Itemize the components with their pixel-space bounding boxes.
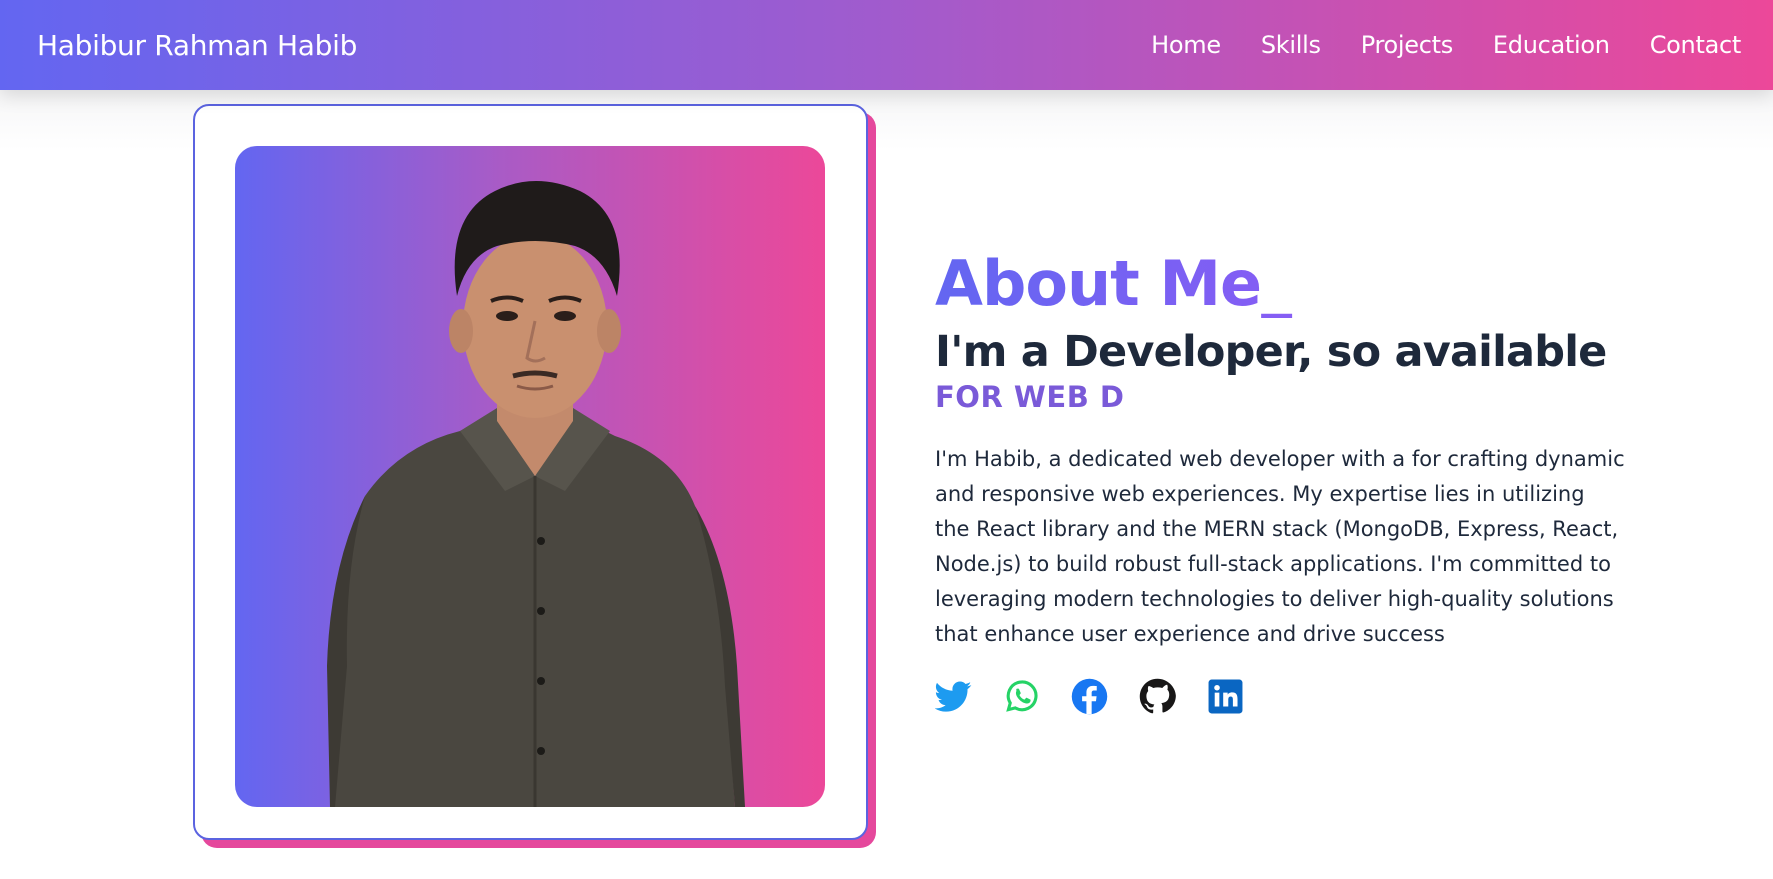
nav-link-education[interactable]: Education <box>1493 31 1610 59</box>
nav-link-skills[interactable]: Skills <box>1261 31 1321 59</box>
bio-paragraph: I'm Habib, a dedicated web developer wit… <box>935 446 1625 646</box>
nav-links: Home Skills Projects Education Contact <box>1151 31 1741 59</box>
nav-link-home[interactable]: Home <box>1151 31 1221 59</box>
facebook-icon[interactable] <box>1071 678 1108 715</box>
github-icon[interactable] <box>1139 678 1176 715</box>
twitter-link[interactable] <box>935 678 972 715</box>
nav-link-projects[interactable]: Projects <box>1361 31 1454 59</box>
profile-photo-card <box>193 104 868 840</box>
whatsapp-icon[interactable] <box>1003 678 1040 715</box>
linkedin-link[interactable] <box>1207 678 1244 715</box>
whatsapp-link[interactable] <box>1003 678 1040 715</box>
headline: I'm a Developer, so available <box>935 327 1607 378</box>
linkedin-icon[interactable] <box>1207 678 1244 715</box>
github-link[interactable] <box>1139 678 1176 715</box>
about-section: About Me_ I'm a Developer, so available … <box>0 90 1773 879</box>
profile-photo <box>235 146 825 807</box>
brand-logo[interactable]: Habibur Rahman Habib <box>37 29 357 62</box>
about-text: About Me_ I'm a Developer, so available … <box>935 249 1625 715</box>
navbar: Habibur Rahman Habib Home Skills Project… <box>0 0 1773 90</box>
nav-link-contact[interactable]: Contact <box>1650 31 1742 59</box>
typed-text: FOR WEB D <box>935 379 1125 414</box>
person-portrait-image <box>327 181 745 807</box>
social-links <box>935 678 1625 715</box>
about-title: About Me_ <box>935 249 1625 318</box>
facebook-link[interactable] <box>1071 678 1108 715</box>
twitter-icon[interactable] <box>935 678 972 715</box>
